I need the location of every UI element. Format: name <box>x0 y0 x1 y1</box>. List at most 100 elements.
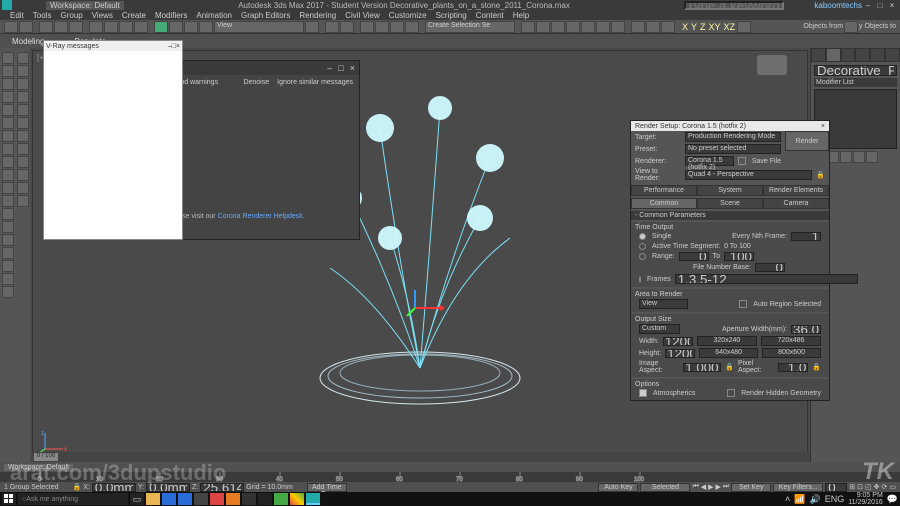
renderer-dropdown[interactable]: Corona 1.5 (hotfix 2) <box>685 156 734 166</box>
current-frame-input[interactable] <box>825 483 847 492</box>
ref-coord-dropdown[interactable]: View <box>214 21 304 33</box>
menu-rendering[interactable]: Rendering <box>299 11 336 20</box>
display-tab-icon[interactable] <box>870 48 885 62</box>
tool-i-icon[interactable] <box>2 221 14 233</box>
select-region-button[interactable] <box>119 21 133 33</box>
tool-a-icon[interactable] <box>2 117 14 129</box>
snap-2d-button[interactable] <box>360 21 374 33</box>
menu-help[interactable]: Help <box>513 11 529 20</box>
image-aspect-input[interactable] <box>683 363 721 372</box>
axis-y-button[interactable]: Y <box>691 22 697 32</box>
menu-customize[interactable]: Customize <box>389 11 427 20</box>
tray-volume-icon[interactable]: 🔊 <box>810 494 821 505</box>
unlink-button[interactable] <box>54 21 68 33</box>
workspace-dropdown-bottom[interactable]: Workspace: Default <box>4 464 73 471</box>
render-button-main[interactable]: Render <box>785 131 829 151</box>
rotate-button[interactable] <box>169 21 183 33</box>
axis-z-button[interactable]: Z <box>700 22 706 32</box>
lock-pixel-icon[interactable]: 🔒 <box>812 363 821 371</box>
zoom-extents-icon[interactable]: ⊞ <box>849 483 855 491</box>
scale-button[interactable] <box>184 21 198 33</box>
vray-close-button[interactable]: × <box>176 43 180 50</box>
unique-icon[interactable] <box>840 151 852 163</box>
select-button[interactable] <box>89 21 103 33</box>
subobj-poly-icon[interactable] <box>17 91 29 103</box>
tool-e-icon[interactable] <box>2 169 14 181</box>
viewcube-icon[interactable] <box>757 55 787 75</box>
tab-camera[interactable]: Camera <box>763 198 829 209</box>
frames-input[interactable] <box>675 274 858 284</box>
subobj-element-icon[interactable] <box>17 104 29 116</box>
subobj-border-icon[interactable] <box>17 78 29 90</box>
tool-k-icon[interactable] <box>2 247 14 259</box>
err-min-button[interactable]: – <box>327 63 332 73</box>
range-to-input[interactable] <box>724 252 754 261</box>
taskbar-app1-icon[interactable] <box>194 493 208 505</box>
taskbar-3dsmax-icon[interactable] <box>306 493 320 505</box>
layer-f-icon[interactable] <box>17 182 29 194</box>
remove-mod-icon[interactable] <box>853 151 865 163</box>
help-search-input[interactable] <box>684 1 784 10</box>
subobj-edge-icon[interactable] <box>17 65 29 77</box>
lock-view-icon[interactable]: 🔒 <box>816 171 825 179</box>
bind-button[interactable] <box>69 21 83 33</box>
tool-l-icon[interactable] <box>2 260 14 272</box>
taskbar-app4-icon[interactable] <box>274 493 288 505</box>
preset-dropdown[interactable]: No preset selected <box>685 144 781 154</box>
snap-pivot-icon[interactable] <box>2 104 14 116</box>
keyboard-shortcut-button[interactable] <box>340 21 354 33</box>
pivot-button[interactable] <box>305 21 319 33</box>
tab-performance[interactable]: Performance <box>631 185 697 196</box>
layer-d-icon[interactable] <box>17 156 29 168</box>
taskbar-explorer-icon[interactable] <box>146 493 160 505</box>
err-close-button[interactable]: × <box>350 63 355 73</box>
add-time-tag-button[interactable]: Add Time Tag <box>307 483 347 492</box>
prev-frame-icon[interactable]: ◀ <box>701 483 706 491</box>
tool-h-icon[interactable] <box>2 208 14 220</box>
file-number-base-input[interactable] <box>755 263 785 272</box>
user-account[interactable]: kaboomtechs <box>814 1 862 10</box>
time-slider[interactable]: 0 / 100 <box>32 452 810 462</box>
isolate-button[interactable] <box>844 21 858 33</box>
menu-group[interactable]: Group <box>60 11 82 20</box>
maximize-button[interactable]: □ <box>874 1 886 10</box>
snap-percent-button[interactable] <box>390 21 404 33</box>
tool-g-icon[interactable] <box>2 195 14 207</box>
lock-selection-icon[interactable]: 🔒 <box>72 483 81 491</box>
spinner-snap-button[interactable] <box>405 21 419 33</box>
render-setup-window[interactable]: Render Setup: Corona 1.5 (hotfix 2) × Ta… <box>630 120 830 401</box>
snap-face-icon[interactable] <box>2 78 14 90</box>
subobj-vertex-icon[interactable] <box>17 52 29 64</box>
preset-320x240[interactable]: 320x240 <box>697 336 757 346</box>
window-crossing-button[interactable] <box>134 21 148 33</box>
lock-aspect-icon[interactable]: 🔒 <box>725 363 734 371</box>
create-tab-icon[interactable] <box>811 48 826 62</box>
menu-scripting[interactable]: Scripting <box>436 11 467 20</box>
range-radio[interactable] <box>639 253 646 260</box>
aperture-input[interactable] <box>791 325 821 334</box>
material-editor-button[interactable] <box>611 21 625 33</box>
tab-render-elements[interactable]: Render Elements <box>763 185 829 196</box>
ribbon-button[interactable] <box>566 21 580 33</box>
move-gizmo-icon[interactable] <box>405 288 445 318</box>
atmospherics-checkbox[interactable] <box>639 389 647 397</box>
next-frame-icon[interactable]: ▶ <box>716 483 721 491</box>
area-dropdown[interactable]: View <box>639 299 688 309</box>
tab-common[interactable]: Common <box>631 198 697 209</box>
start-button[interactable] <box>2 493 16 505</box>
frames-radio[interactable] <box>639 276 641 283</box>
preset-640x480[interactable]: 640x480 <box>699 348 758 358</box>
set-key-button[interactable]: Set Key <box>731 483 771 492</box>
axis-xz-button[interactable]: XZ <box>724 22 736 32</box>
preset-720x486[interactable]: 720x486 <box>761 336 821 346</box>
hidden-geom-checkbox[interactable] <box>727 389 735 397</box>
key-filters-button[interactable]: Key Filters... <box>773 483 823 492</box>
snaps-button[interactable] <box>737 21 751 33</box>
workspace-selector[interactable]: Workspace: Default <box>46 1 124 10</box>
select-name-button[interactable] <box>104 21 118 33</box>
menu-modifiers[interactable]: Modifiers <box>155 11 187 20</box>
err-helpdesk-link[interactable]: Corona Renderer Helpdesk. <box>218 213 305 220</box>
menu-tools[interactable]: Tools <box>33 11 52 20</box>
preset-800x600[interactable]: 800x600 <box>762 348 821 358</box>
single-radio[interactable] <box>639 233 646 240</box>
